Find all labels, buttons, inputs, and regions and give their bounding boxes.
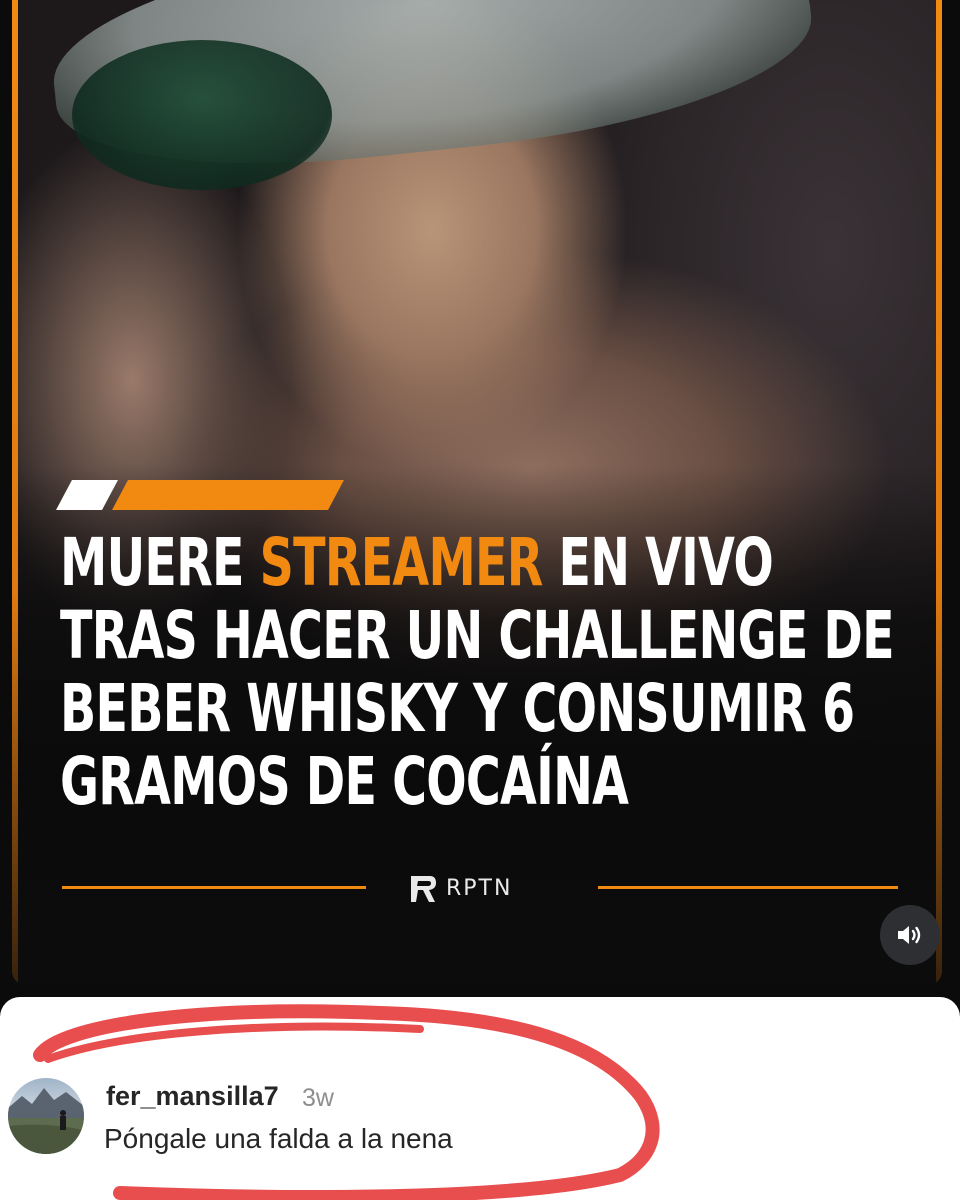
accent-bar-orange <box>112 480 344 510</box>
comment-timestamp: 3w <box>302 1084 334 1112</box>
comment-username[interactable]: fer_mansilla7 <box>106 1081 279 1112</box>
comment-text: Póngale una falda a la nena <box>104 1123 453 1154</box>
avatar-landscape-image <box>8 1088 84 1154</box>
headline-part-1: MUERE <box>60 524 260 601</box>
speaker-icon <box>898 926 921 944</box>
cap-brim-graphic <box>72 40 332 190</box>
headline-accent-bars <box>56 480 354 510</box>
orange-border-right <box>936 0 942 985</box>
rptn-logo-icon <box>411 876 436 902</box>
screenshot-frame: MUERE STREAMER EN VIVO TRAS HACER UN CHA… <box>0 0 960 1200</box>
user-avatar[interactable] <box>8 1078 84 1154</box>
footer-rule-left <box>62 886 366 889</box>
headline-highlight: STREAMER <box>259 524 544 601</box>
mute-toggle-button[interactable] <box>880 905 940 965</box>
brand-name: RPTN <box>446 875 513 901</box>
orange-border-left <box>12 0 18 985</box>
brand-mark: RPTN <box>408 868 568 908</box>
footer-rule-right <box>598 886 898 889</box>
accent-bar-white <box>56 480 118 510</box>
video-post[interactable]: MUERE STREAMER EN VIVO TRAS HACER UN CHA… <box>12 0 942 985</box>
post-headline: MUERE STREAMER EN VIVO TRAS HACER UN CHA… <box>60 526 910 818</box>
